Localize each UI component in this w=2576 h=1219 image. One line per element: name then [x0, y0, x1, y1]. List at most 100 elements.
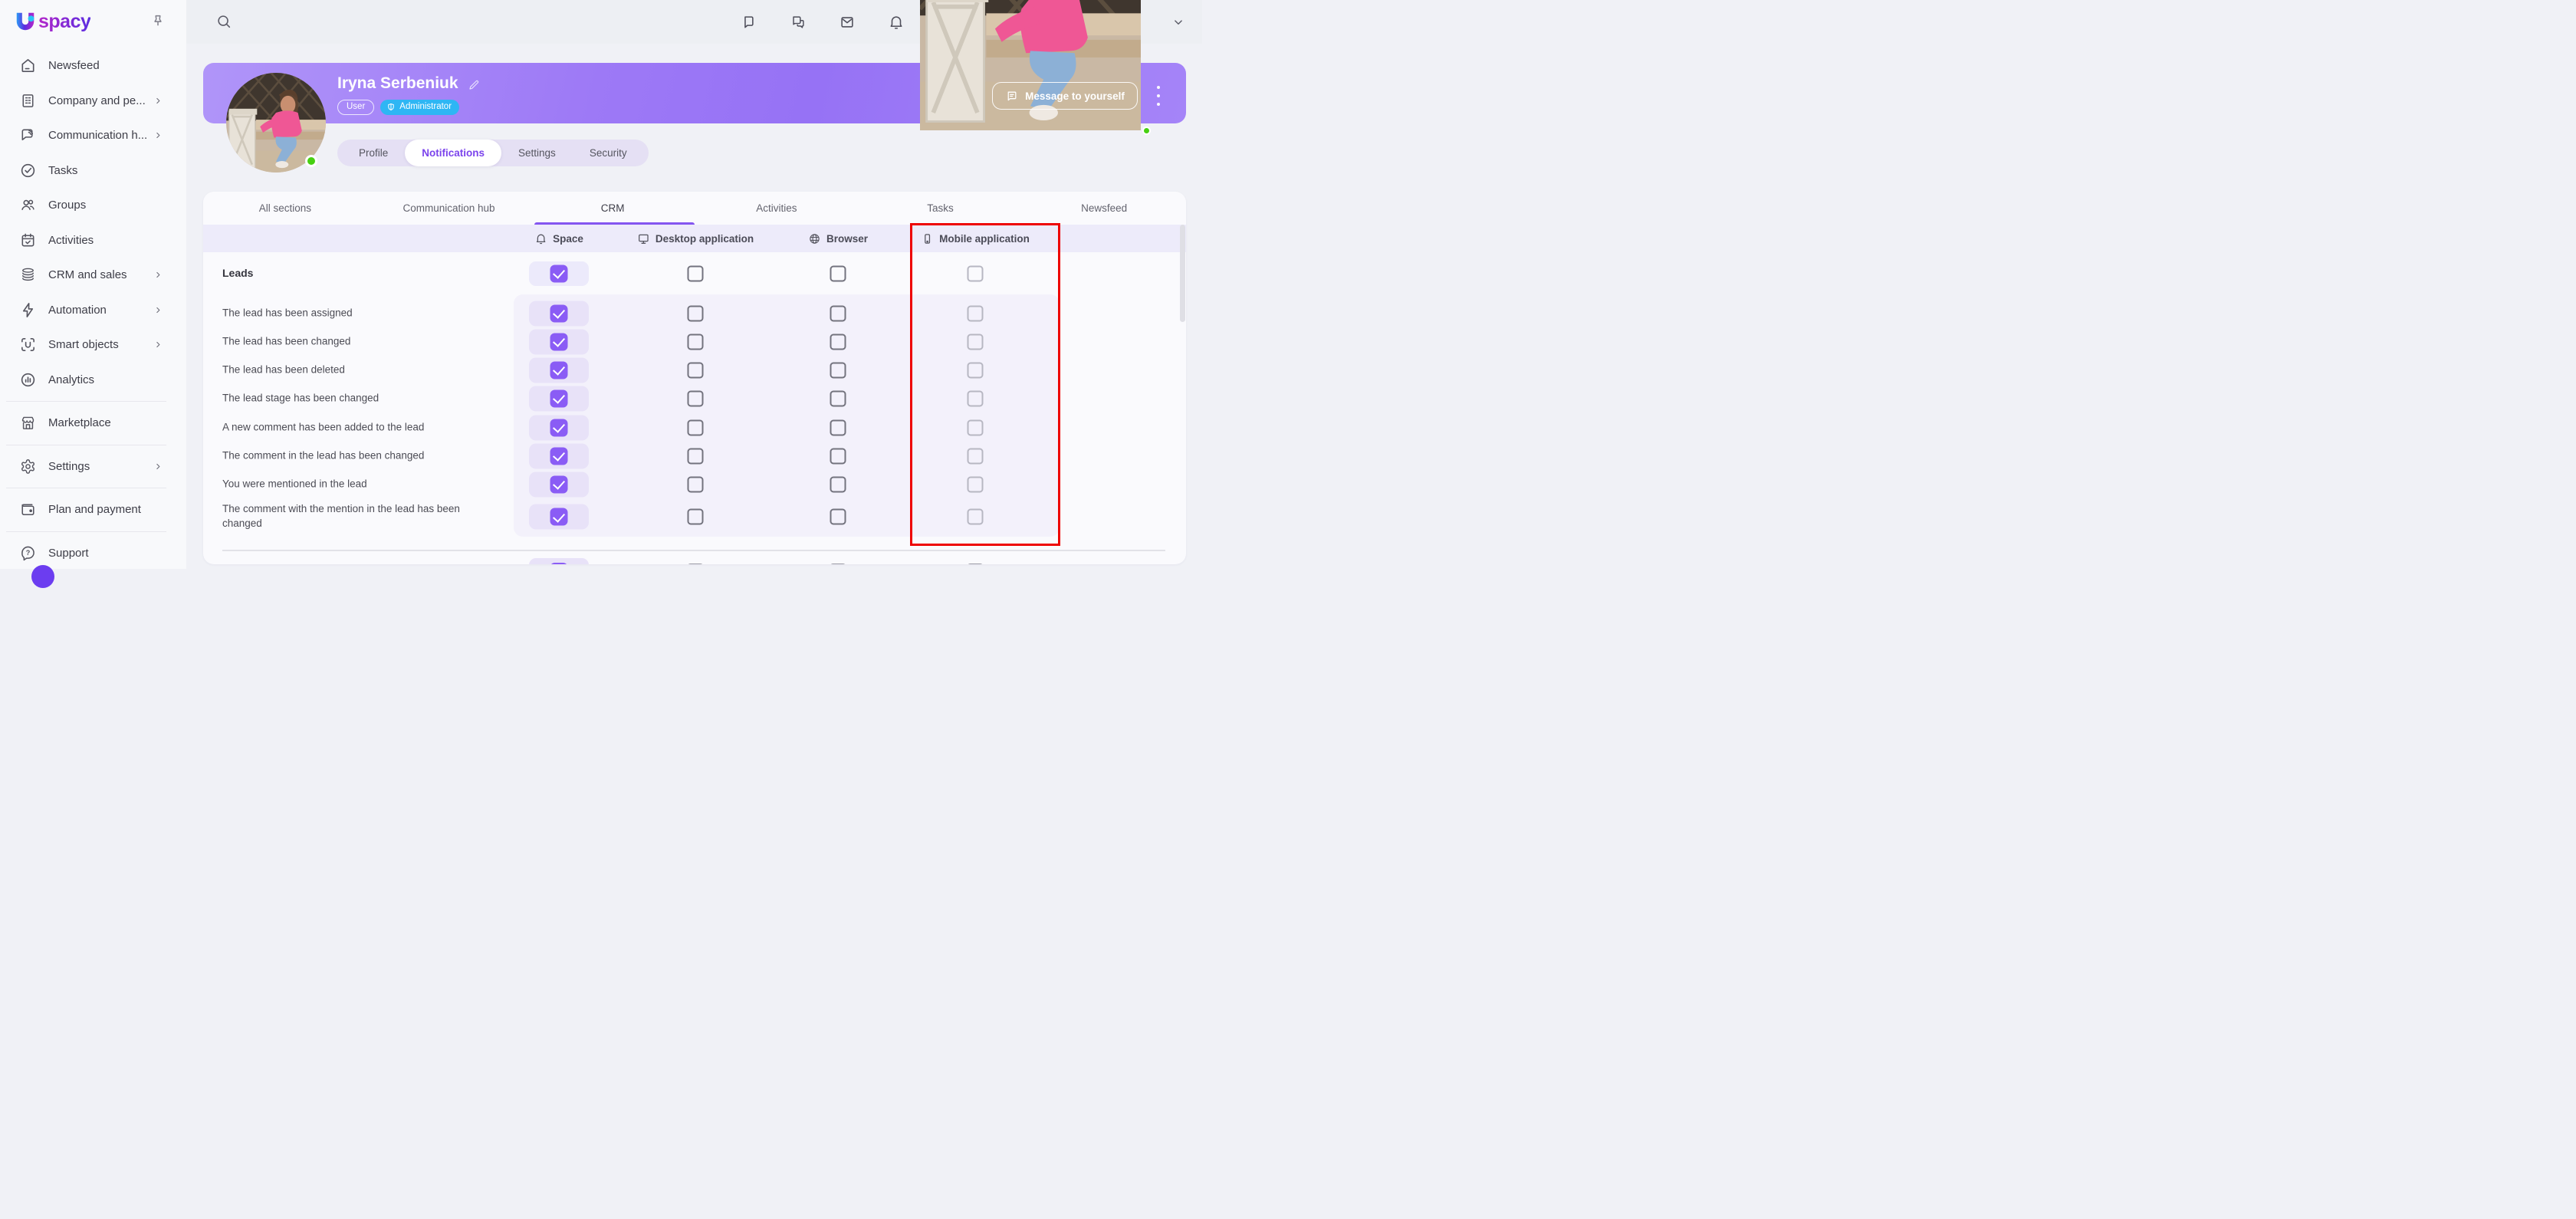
- checkbox-unchecked[interactable]: [687, 448, 704, 464]
- checkbox-checked[interactable]: [550, 475, 568, 493]
- vertical-scrollbar[interactable]: [1180, 225, 1185, 322]
- bell-icon[interactable]: [888, 14, 905, 31]
- user-badge: User: [337, 100, 375, 115]
- group-chat-icon[interactable]: [790, 14, 807, 31]
- checkbox-unchecked[interactable]: [967, 334, 984, 350]
- checkbox-unchecked[interactable]: [967, 508, 984, 525]
- checkbox-unchecked[interactable]: [687, 265, 704, 281]
- section-tab-communication-hub[interactable]: Communication hub: [367, 192, 531, 225]
- user-avatar[interactable]: [929, 0, 1151, 135]
- checkbox-unchecked[interactable]: [687, 362, 704, 378]
- sidebar-item-plan-and-payment[interactable]: Plan and payment: [0, 492, 186, 527]
- checkbox-unchecked[interactable]: [830, 419, 846, 435]
- section-tab-newsfeed[interactable]: Newsfeed: [1022, 192, 1186, 225]
- sidebar-item-label: Smart objects: [48, 338, 119, 352]
- checkbox-unchecked[interactable]: [830, 448, 846, 464]
- checkbox-unchecked[interactable]: [830, 305, 846, 321]
- search-icon[interactable]: [215, 13, 232, 30]
- checkbox-checked[interactable]: [550, 361, 568, 379]
- svg-text:?: ?: [26, 549, 31, 557]
- checkbox-unchecked[interactable]: [967, 419, 984, 435]
- tab-notifications[interactable]: Notifications: [405, 140, 502, 166]
- sidebar-nav: Newsfeed Company and pe... Communication…: [0, 48, 186, 570]
- checkbox-unchecked[interactable]: [830, 265, 846, 281]
- checkbox-checked[interactable]: [550, 447, 568, 465]
- checkbox-unchecked[interactable]: [967, 265, 984, 281]
- section-divider: [222, 550, 1165, 551]
- sidebar-item-settings[interactable]: Settings: [0, 449, 186, 485]
- checkbox-unchecked[interactable]: [830, 508, 846, 525]
- checkbox-unchecked[interactable]: [687, 390, 704, 406]
- administrator-badge-label: Administrator: [399, 102, 452, 111]
- shield-icon: [386, 103, 396, 112]
- column-header-label: Mobile application: [939, 232, 1030, 245]
- checkbox-checked[interactable]: [550, 264, 568, 282]
- more-options-kebab[interactable]: [1154, 86, 1163, 106]
- checkbox-checked[interactable]: [550, 508, 568, 526]
- sidebar-item-automation[interactable]: Automation: [0, 293, 186, 328]
- chevron-down-icon[interactable]: [1171, 15, 1185, 29]
- checkbox-unchecked[interactable]: [687, 476, 704, 492]
- row-label: The lead has been changed: [222, 335, 351, 347]
- sidebar-item-label: Settings: [48, 459, 90, 473]
- table-row: Leads: [203, 252, 1186, 294]
- checkbox-checked[interactable]: [550, 419, 568, 436]
- sidebar-item-crm-and-sales[interactable]: CRM and sales: [0, 258, 186, 293]
- assistant-fab[interactable]: [31, 565, 54, 588]
- profile-tabs: Profile Notifications Settings Security: [337, 140, 649, 166]
- message-to-yourself-button[interactable]: Message to yourself: [992, 82, 1138, 110]
- checkbox-unchecked[interactable]: [830, 362, 846, 378]
- checkbox-unchecked[interactable]: [967, 305, 984, 321]
- sidebar-item-tasks[interactable]: Tasks: [0, 153, 186, 189]
- mail-icon[interactable]: [839, 14, 856, 31]
- profile-badges: User Administrator: [337, 100, 460, 115]
- edit-name-icon[interactable]: [468, 77, 480, 90]
- checkbox-unchecked[interactable]: [830, 334, 846, 350]
- activities-icon: [19, 232, 37, 249]
- checkbox-unchecked[interactable]: [830, 563, 846, 564]
- sidebar-item-smart-objects[interactable]: Smart objects: [0, 327, 186, 363]
- chat-icon[interactable]: [741, 14, 757, 31]
- checkbox-unchecked[interactable]: [967, 476, 984, 492]
- checkbox-checked[interactable]: [550, 304, 568, 322]
- pin-sidebar-icon[interactable]: [150, 13, 166, 30]
- chevron-right-icon: [153, 340, 163, 350]
- checkbox-unchecked[interactable]: [967, 563, 984, 564]
- checkbox-unchecked[interactable]: [687, 305, 704, 321]
- sidebar-item-activities[interactable]: Activities: [0, 223, 186, 258]
- table-row: You were mentioned in the lead: [203, 470, 1186, 498]
- section-tab-all-sections[interactable]: All sections: [203, 192, 367, 225]
- checkbox-unchecked[interactable]: [830, 476, 846, 492]
- section-tab-crm[interactable]: CRM: [531, 192, 695, 225]
- checkbox-checked[interactable]: [550, 563, 568, 564]
- checkbox-unchecked[interactable]: [830, 390, 846, 406]
- row-label: The lead has been assigned: [222, 307, 353, 319]
- tab-security[interactable]: Security: [573, 140, 644, 166]
- checkbox-unchecked[interactable]: [967, 362, 984, 378]
- checkbox-unchecked[interactable]: [967, 448, 984, 464]
- checkbox-unchecked[interactable]: [687, 563, 704, 564]
- support-icon: ?: [19, 544, 37, 562]
- company-icon: [19, 92, 37, 110]
- checkbox-unchecked[interactable]: [687, 419, 704, 435]
- checkbox-checked[interactable]: [550, 389, 568, 407]
- sidebar-item-newsfeed[interactable]: Newsfeed: [0, 48, 186, 84]
- checkbox-checked[interactable]: [550, 333, 568, 350]
- sidebar-item-company-and-pe[interactable]: Company and pe...: [0, 84, 186, 119]
- sidebar-item-analytics[interactable]: Analytics: [0, 363, 186, 398]
- sidebar-item-groups[interactable]: Groups: [0, 188, 186, 223]
- sidebar-item-marketplace[interactable]: Marketplace: [0, 406, 186, 441]
- sidebar-divider: [6, 401, 166, 402]
- tab-profile[interactable]: Profile: [342, 140, 405, 166]
- uspacy-logo[interactable]: spacy: [14, 10, 91, 33]
- checkbox-unchecked[interactable]: [687, 508, 704, 525]
- section-tab-tasks[interactable]: Tasks: [859, 192, 1023, 225]
- sidebar-item-support[interactable]: ? Support: [0, 536, 186, 571]
- topbar: [186, 0, 1202, 135]
- checkbox-unchecked[interactable]: [687, 334, 704, 350]
- row-label: You were mentioned in the lead: [222, 478, 367, 490]
- tab-settings[interactable]: Settings: [501, 140, 573, 166]
- sidebar-item-communication-h[interactable]: Communication h...: [0, 118, 186, 153]
- checkbox-unchecked[interactable]: [967, 390, 984, 406]
- section-tab-activities[interactable]: Activities: [695, 192, 859, 225]
